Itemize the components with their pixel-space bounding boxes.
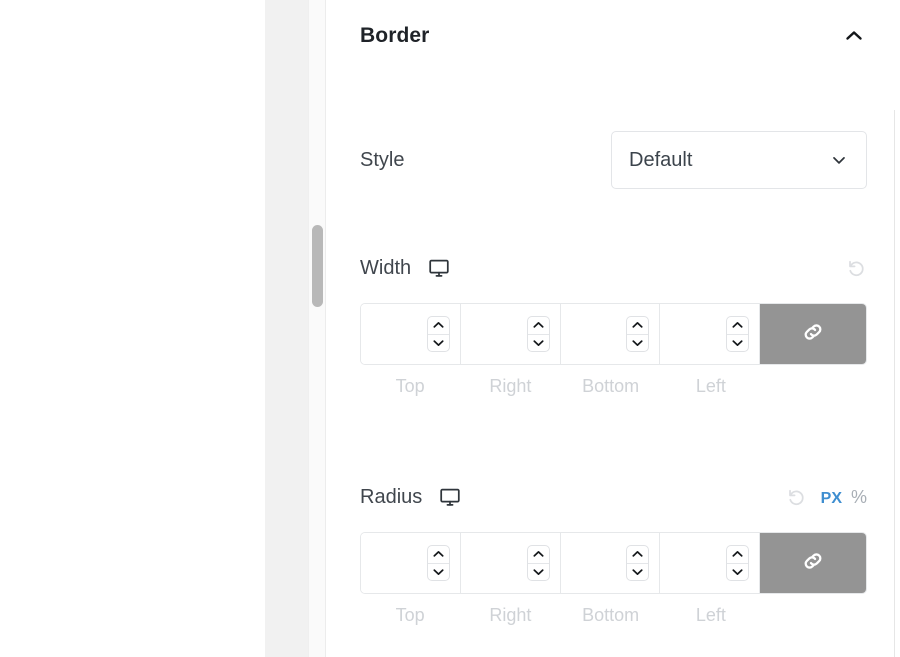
editor-canvas-area — [0, 0, 265, 657]
desktop-monitor-icon[interactable] — [438, 485, 462, 509]
label-top: Top — [395, 605, 425, 625]
stepper-increment[interactable] — [727, 546, 748, 564]
width-label: Width — [360, 256, 412, 279]
reset-arrow-icon[interactable] — [845, 257, 867, 279]
stepper-increment[interactable] — [427, 546, 449, 564]
border-radius-inputs — [360, 532, 867, 594]
panel-gutter-strip — [265, 0, 308, 657]
stepper-increment[interactable] — [527, 546, 549, 564]
unit-percent-button[interactable]: % — [851, 488, 867, 506]
border-style-selected-value: Default — [629, 148, 693, 171]
border-settings-panel: Border Style Default Width Top Right Bot… — [327, 0, 900, 657]
border-width-left-cell[interactable] — [660, 304, 760, 364]
panel-scrollbar-track[interactable] — [308, 0, 326, 657]
section-title: Border — [360, 24, 430, 47]
label-bottom: Bottom — [582, 376, 640, 396]
stepper-decrement[interactable] — [528, 564, 549, 581]
border-section-header[interactable]: Border — [360, 14, 867, 58]
border-width-right-stepper[interactable] — [526, 316, 550, 352]
border-radius-right-cell[interactable] — [460, 533, 561, 593]
label-right: Right — [489, 605, 532, 625]
border-radius-left-cell[interactable] — [660, 533, 760, 593]
label-bottom: Bottom — [582, 605, 640, 625]
border-radius-left-stepper[interactable] — [726, 545, 749, 581]
stepper-decrement[interactable] — [627, 564, 648, 581]
border-style-row: Style Default — [360, 131, 867, 189]
border-width-actions — [845, 248, 867, 288]
border-width-top-cell[interactable] — [361, 304, 461, 364]
chevron-up-icon[interactable] — [841, 23, 867, 49]
stepper-increment[interactable] — [627, 546, 649, 564]
border-width-top-stepper[interactable] — [426, 316, 450, 352]
border-radius-field-labels: Top Right Bottom Left — [360, 605, 867, 626]
app-root: Border Style Default Width Top Right Bot… — [0, 0, 900, 657]
label-left: Left — [695, 376, 726, 396]
border-width-inputs — [360, 303, 867, 365]
stepper-increment[interactable] — [627, 317, 649, 335]
stepper-increment[interactable] — [527, 317, 549, 335]
label-left: Left — [695, 605, 726, 625]
radius-unit-toggles: PX % — [821, 488, 867, 507]
reset-arrow-icon[interactable] — [786, 486, 808, 508]
stepper-decrement[interactable] — [727, 564, 748, 581]
link-chain-icon — [800, 319, 826, 350]
stepper-decrement[interactable] — [727, 335, 748, 352]
stepper-decrement[interactable] — [528, 335, 549, 352]
border-width-link-values-button[interactable] — [760, 304, 866, 364]
desktop-monitor-icon[interactable] — [427, 256, 451, 280]
border-radius-right-stepper[interactable] — [526, 545, 550, 581]
stepper-decrement[interactable] — [428, 335, 449, 352]
border-width-right-cell[interactable] — [460, 304, 561, 364]
border-radius-top-cell[interactable] — [361, 533, 461, 593]
border-radius-bottom-cell[interactable] — [560, 533, 661, 593]
border-width-bottom-stepper[interactable] — [626, 316, 650, 352]
stepper-decrement[interactable] — [627, 335, 648, 352]
chevron-down-icon — [828, 149, 850, 171]
stepper-increment[interactable] — [427, 317, 449, 335]
border-style-select[interactable]: Default — [611, 131, 867, 189]
style-label: Style — [360, 148, 405, 171]
border-radius-link-values-button[interactable] — [760, 533, 866, 593]
stepper-decrement[interactable] — [428, 564, 449, 581]
label-spacer — [761, 376, 867, 397]
radius-label: Radius — [360, 485, 423, 508]
border-radius-bottom-stepper[interactable] — [626, 545, 650, 581]
link-chain-icon — [800, 548, 826, 579]
panel-right-divider — [894, 110, 895, 657]
border-radius-top-stepper[interactable] — [426, 545, 450, 581]
border-radius-actions: PX % — [786, 477, 867, 517]
border-width-header: Width — [360, 248, 867, 288]
panel-scrollbar-thumb[interactable] — [312, 225, 323, 307]
border-radius-group: Radius PX % Top Right Bottom Left — [360, 477, 867, 626]
border-width-left-stepper[interactable] — [726, 316, 749, 352]
border-width-group: Width Top Right Bottom Left — [360, 248, 867, 397]
label-spacer — [761, 605, 867, 626]
label-right: Right — [489, 376, 532, 396]
border-radius-header: Radius PX % — [360, 477, 867, 517]
unit-px-button[interactable]: PX — [821, 490, 842, 507]
stepper-increment[interactable] — [727, 317, 748, 335]
border-width-field-labels: Top Right Bottom Left — [360, 376, 867, 397]
border-width-bottom-cell[interactable] — [560, 304, 661, 364]
label-top: Top — [395, 376, 425, 396]
